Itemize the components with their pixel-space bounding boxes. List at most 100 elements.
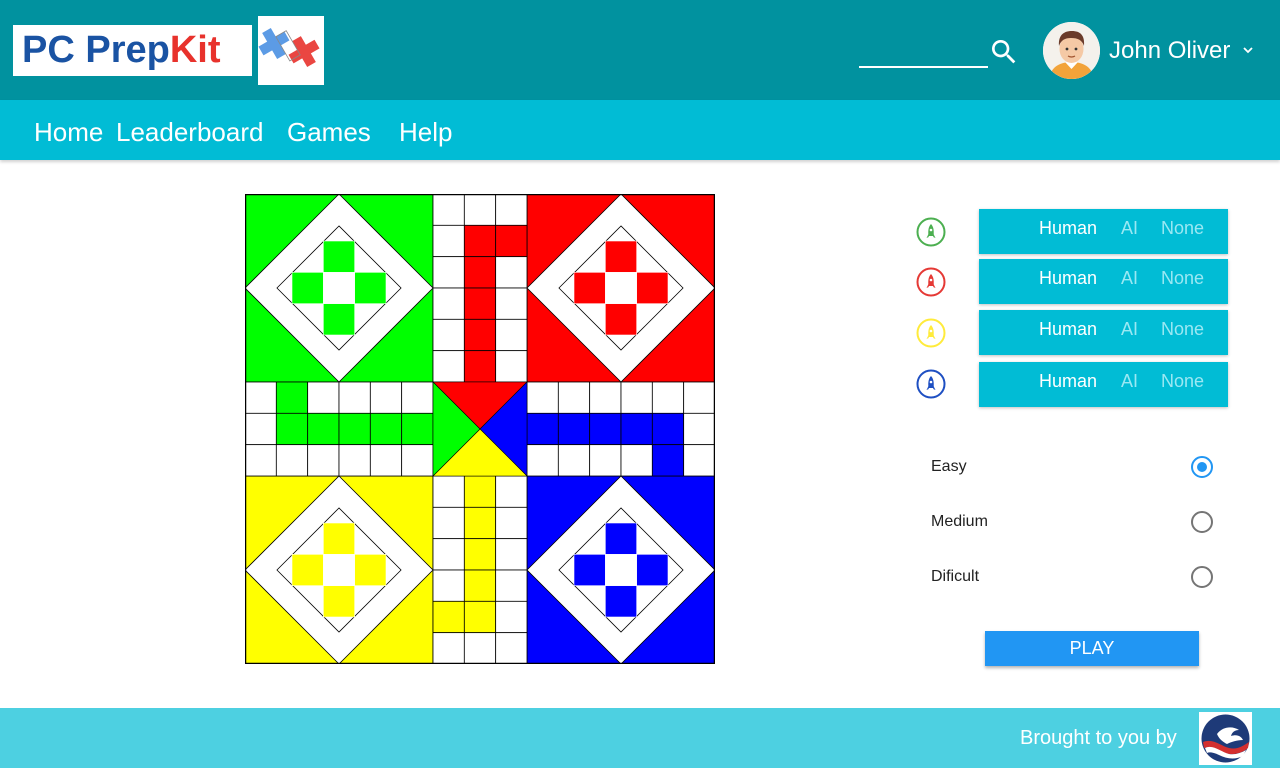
logo-text-pc: PC: [22, 29, 75, 71]
track-cell: [432, 506, 465, 540]
track-cell: [401, 412, 434, 446]
blue-home-token-slot: [573, 554, 606, 586]
track-cell: [245, 412, 277, 446]
track-cell: [432, 475, 465, 508]
nav-leaderboard[interactable]: Leaderboard: [116, 116, 263, 148]
option-human[interactable]: Human: [1039, 218, 1097, 238]
track-cell: [275, 381, 309, 414]
track-cell: [307, 412, 340, 446]
green-home-token-slot: [323, 240, 355, 273]
yellow-player-rocket-icon: [916, 318, 946, 348]
track-cell: [620, 412, 653, 446]
user-name[interactable]: John Oliver: [1109, 36, 1230, 66]
track-cell: [463, 287, 497, 320]
option-ai[interactable]: AI: [1121, 218, 1138, 238]
logo-text-kit: Kit: [169, 29, 221, 71]
track-cell: [463, 632, 497, 664]
option-ai[interactable]: AI: [1121, 319, 1138, 339]
search-underline: [859, 66, 988, 68]
track-cell: [275, 412, 309, 446]
difficulty-medium-label: Medium: [931, 513, 988, 530]
option-human[interactable]: Human: [1039, 319, 1097, 339]
option-human[interactable]: Human: [1039, 268, 1097, 288]
difficulty-easy-label: Easy: [931, 458, 967, 475]
track-cell: [557, 412, 591, 446]
track-cell: [526, 444, 559, 477]
avatar[interactable]: [1043, 22, 1100, 79]
option-none[interactable]: None: [1161, 268, 1204, 288]
track-cell: [432, 194, 465, 226]
track-cell: [495, 632, 528, 664]
track-cell: [463, 256, 497, 289]
search-icon[interactable]: [988, 36, 1020, 68]
track-cell: [557, 444, 591, 477]
partner-dove-logo-icon[interactable]: [1199, 712, 1252, 765]
track-cell: [651, 412, 685, 446]
option-human[interactable]: Human: [1039, 371, 1097, 391]
track-cell: [557, 381, 591, 414]
track-cell: [495, 506, 528, 540]
option-none[interactable]: None: [1161, 218, 1204, 238]
blue-home-token-slot: [605, 585, 637, 618]
track-cell: [495, 287, 528, 320]
option-ai[interactable]: AI: [1121, 268, 1138, 288]
blue-home-token-slot: [636, 554, 669, 586]
option-none[interactable]: None: [1161, 371, 1204, 391]
chevron-down-icon[interactable]: [1240, 42, 1256, 58]
nav-games[interactable]: Games: [287, 116, 371, 148]
track-cell: [463, 538, 497, 571]
track-cell: [307, 444, 340, 477]
track-cell: [495, 538, 528, 571]
red-player-rocket-icon: [916, 267, 946, 297]
yellow-home-token-slot: [291, 554, 324, 586]
difficulty-difficult-radio[interactable]: [1191, 566, 1213, 588]
track-cell: [401, 444, 434, 477]
track-cell: [495, 224, 528, 258]
track-cell: [369, 412, 403, 446]
play-button[interactable]: PLAY: [985, 631, 1199, 666]
track-cell: [463, 194, 497, 226]
blue-player-rocket-icon: [916, 369, 946, 399]
pc-prepkit-logo[interactable]: PC PrepKit: [13, 25, 252, 76]
brought-to-you-by-text: Brought to you by: [1020, 727, 1177, 749]
track-cell: [589, 381, 622, 414]
track-cell: [495, 569, 528, 602]
option-ai[interactable]: AI: [1121, 371, 1138, 391]
track-cell: [338, 381, 371, 414]
red-home-token-slot: [636, 272, 669, 304]
ludo-board[interactable]: [245, 194, 715, 664]
track-cell: [432, 600, 465, 634]
track-cell: [683, 412, 715, 446]
player-type-toggle: Human AI None: [979, 259, 1228, 304]
track-cell: [432, 224, 465, 258]
track-cell: [245, 444, 277, 477]
track-cell: [432, 569, 465, 602]
track-cell: [495, 318, 528, 352]
track-cell: [245, 381, 277, 414]
red-home-token-slot: [573, 272, 606, 304]
red-home-token-slot: [605, 240, 637, 273]
track-cell: [369, 381, 403, 414]
track-cell: [369, 444, 403, 477]
track-cell: [495, 194, 528, 226]
track-cell: [338, 444, 371, 477]
player-type-toggle: Human AI None: [979, 310, 1228, 355]
track-cell: [526, 381, 559, 414]
option-none[interactable]: None: [1161, 319, 1204, 339]
difficulty-medium-radio[interactable]: [1191, 511, 1213, 533]
player-type-toggle: Human AI None: [979, 362, 1228, 407]
track-cell: [620, 381, 653, 414]
green-home-token-slot: [323, 303, 355, 336]
difficulty-easy-radio[interactable]: [1191, 456, 1213, 478]
search-input[interactable]: [859, 38, 992, 68]
nav-help[interactable]: Help: [399, 116, 452, 148]
track-cell: [463, 475, 497, 508]
track-cell: [463, 506, 497, 540]
nav-home[interactable]: Home: [34, 116, 103, 148]
red-home-token-slot: [605, 303, 637, 336]
track-cell: [683, 444, 715, 477]
track-cell: [495, 350, 528, 383]
blue-home-token-slot: [605, 522, 637, 555]
green-player-rocket-icon: [916, 217, 946, 247]
track-cell: [338, 412, 371, 446]
